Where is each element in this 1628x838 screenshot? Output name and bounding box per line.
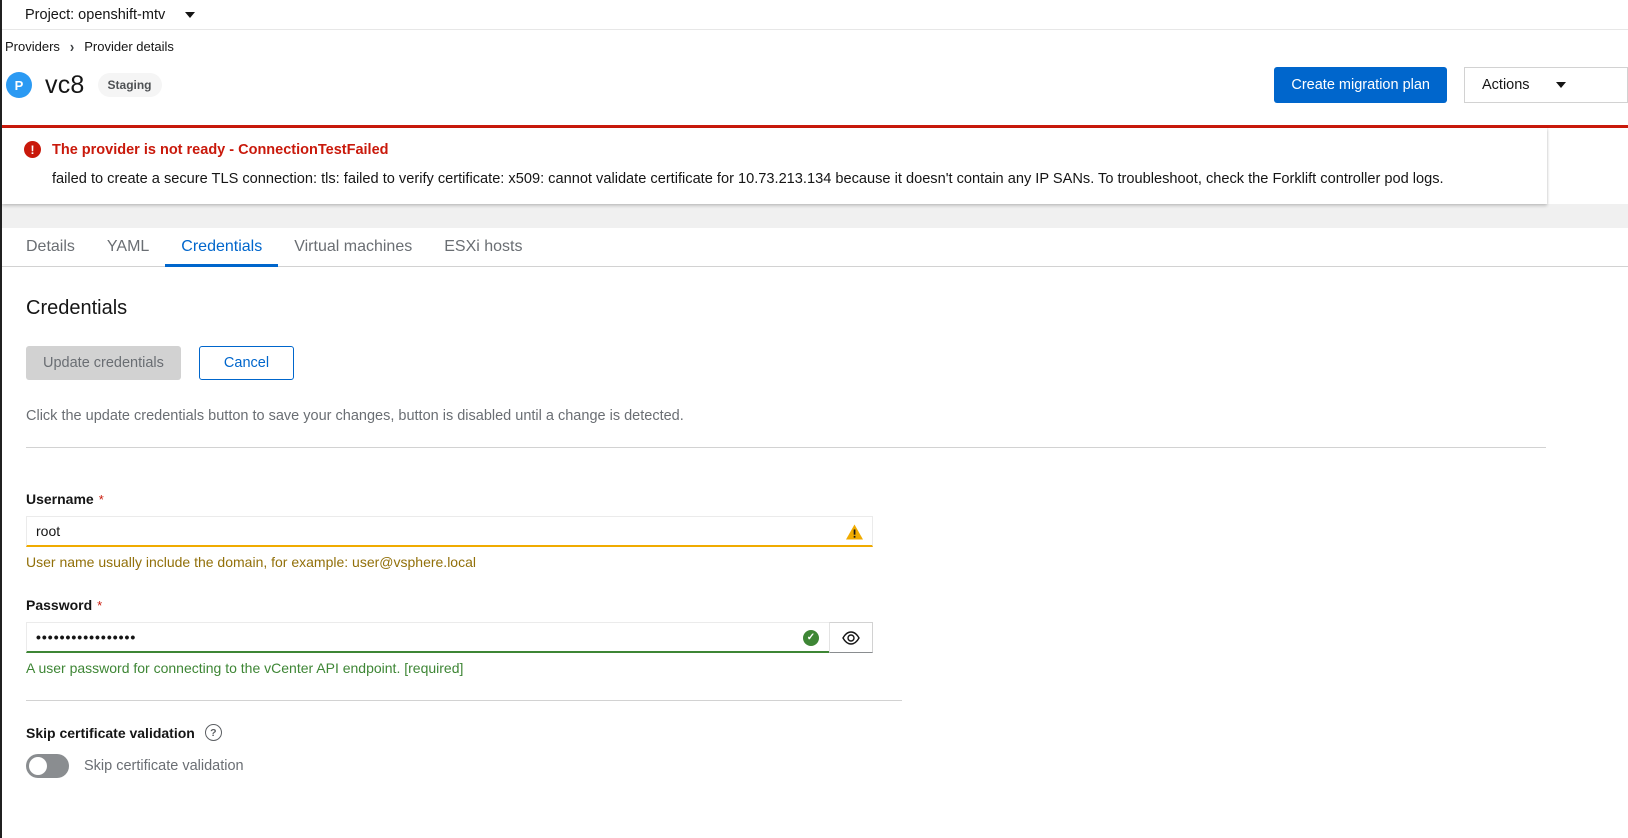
cancel-button[interactable]: Cancel [199,346,294,380]
breadcrumb-separator-icon: › [70,38,74,56]
reveal-password-button[interactable] [829,622,873,653]
section-gap [2,204,1628,228]
password-input[interactable] [26,622,829,653]
create-migration-plan-button[interactable]: Create migration plan [1274,67,1447,103]
provider-tabs: Details YAML Credentials Virtual machine… [2,228,1628,267]
credentials-section: Credentials Update credentials Cancel Cl… [2,297,1628,778]
actions-dropdown[interactable]: Actions [1464,67,1628,103]
page-title: vc8 [45,71,85,100]
tab-credentials[interactable]: Credentials [165,228,278,267]
exclamation-circle-icon: ! [24,141,41,158]
provider-details-page: Project: openshift-mtv Providers › Provi… [0,0,1628,838]
provider-type-icon: P [6,72,32,98]
skip-cert-toggle-row: Skip certificate validation [26,754,873,778]
credentials-form: Username * User name usually include the… [26,491,873,778]
divider [26,447,1546,448]
project-bar: Project: openshift-mtv [2,0,1628,30]
tab-esxi-hosts[interactable]: ESXi hosts [428,228,538,267]
skip-cert-label: Skip certificate validation [26,725,195,741]
eye-icon [842,631,860,645]
help-question-icon[interactable]: ? [205,724,222,741]
tab-yaml[interactable]: YAML [91,228,165,267]
tab-details[interactable]: Details [10,228,91,267]
provider-not-ready-alert: ! The provider is not ready - Connection… [2,128,1547,204]
username-input-wrapper [26,516,873,547]
skip-cert-toggle[interactable] [26,754,69,778]
credentials-instructions: Click the update credentials button to s… [26,408,1604,424]
alert-title: The provider is not ready - ConnectionTe… [52,142,389,158]
username-input[interactable] [26,516,873,547]
password-label: Password [26,597,92,613]
check-circle-icon: ✓ [803,630,819,646]
alert-description: failed to create a secure TLS connection… [52,171,1523,187]
divider [26,700,902,701]
breadcrumb: Providers › Provider details [2,30,1628,59]
warning-triangle-icon [846,524,863,539]
header-actions: Create migration plan Actions [1274,67,1628,103]
required-asterisk: * [99,491,104,506]
password-helper-text: A user password for connecting to the vC… [26,660,873,676]
password-input-group: ✓ [26,622,873,653]
chevron-down-icon [1556,82,1566,88]
update-credentials-button[interactable]: Update credentials [26,346,181,380]
breadcrumb-providers[interactable]: Providers [5,39,60,54]
page-header: P vc8 Staging Create migration plan Acti… [2,59,1628,125]
credentials-buttons: Update credentials Cancel [26,346,1604,380]
tab-virtual-machines[interactable]: Virtual machines [278,228,428,267]
chevron-down-icon [185,12,195,18]
section-title: Credentials [26,297,1604,320]
actions-dropdown-label: Actions [1482,77,1530,93]
toggle-knob [29,757,47,775]
skip-cert-toggle-label: Skip certificate validation [84,758,244,774]
required-asterisk: * [97,597,102,612]
username-helper-text: User name usually include the domain, fo… [26,554,873,570]
status-badge: Staging [98,73,162,97]
username-label: Username [26,491,94,507]
project-selector[interactable]: Project: openshift-mtv [25,7,195,23]
breadcrumb-provider-details: Provider details [84,39,174,54]
project-selector-label: Project: openshift-mtv [25,7,165,23]
